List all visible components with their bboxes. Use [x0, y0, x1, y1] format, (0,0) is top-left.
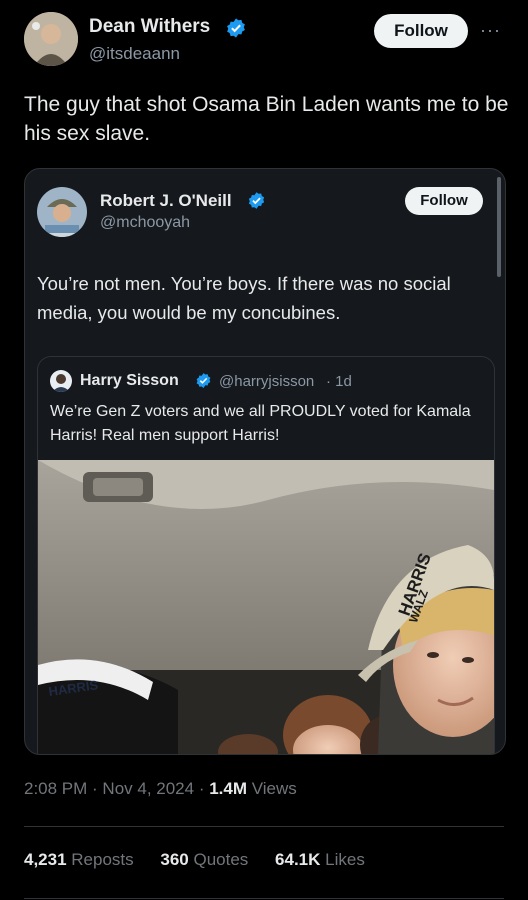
tweet-meta: 2:08 PM · Nov 4, 2024 · 1.4M Views: [24, 779, 297, 799]
verified-badge-icon: [195, 372, 212, 394]
author-handle[interactable]: @itsdeaann: [89, 44, 180, 64]
quoted-author-avatar[interactable]: [37, 187, 87, 237]
nested-avatar-figure: [50, 370, 72, 392]
reposts-label: Reposts: [71, 850, 134, 869]
nested-quote-card[interactable]: Harry Sisson @harryjsisson · 1d We’re Ge…: [37, 356, 495, 754]
verified-badge-icon: [247, 191, 266, 215]
tweet-timestamp[interactable]: 2:08 PM · Nov 4, 2024 ·: [24, 779, 204, 798]
nested-author-handle[interactable]: @harryjsisson: [219, 373, 314, 390]
likes-count: 64.1K: [275, 850, 321, 869]
quotes-stat[interactable]: 360 Quotes: [160, 850, 253, 869]
nested-author-name[interactable]: Harry Sisson: [80, 372, 179, 390]
reposts-stat[interactable]: 4,231 Reposts: [24, 850, 138, 869]
quoted-follow-button[interactable]: Follow: [405, 187, 483, 215]
likes-label: Likes: [325, 850, 365, 869]
tweet-text: The guy that shot Osama Bin Laden wants …: [24, 93, 509, 145]
author-name[interactable]: Dean Withers: [89, 16, 210, 38]
quoted-author-handle[interactable]: @mchooyah: [100, 214, 190, 232]
quoted-tweet-text: You’re not men. You’re boys. If there wa…: [37, 273, 451, 323]
stats-row: 4,231 Reposts 360 Quotes 64.1K Likes: [24, 850, 365, 870]
nested-photo[interactable]: HARRIS HARRIS WALZ: [38, 460, 494, 754]
divider: [24, 826, 504, 827]
quotes-count: 360: [160, 850, 189, 869]
more-icon[interactable]: ···: [480, 20, 501, 41]
nested-time: · 1d: [326, 373, 352, 390]
quotes-label: Quotes: [193, 850, 249, 869]
nested-tweet-text: We’re Gen Z voters and we all PROUDLY vo…: [50, 403, 471, 444]
car-selfie-image: HARRIS HARRIS WALZ: [38, 460, 494, 754]
verified-badge-icon: [225, 17, 247, 44]
author-avatar[interactable]: [24, 12, 78, 66]
follow-button[interactable]: Follow: [374, 14, 468, 48]
avatar-figure: [24, 12, 78, 66]
views-count: 1.4M: [209, 779, 248, 798]
reposts-count: 4,231: [24, 850, 67, 869]
quoted-avatar-figure: [37, 187, 87, 237]
quoted-author-name[interactable]: Robert J. O'Neill: [100, 191, 232, 211]
scrollbar[interactable]: [497, 177, 501, 277]
views-label: Views: [251, 779, 297, 798]
quoted-tweet-card[interactable]: Robert J. O'Neill @mchooyah Follow You’r…: [24, 168, 506, 755]
nested-author-avatar[interactable]: [50, 370, 72, 392]
divider-bottom: [24, 898, 504, 899]
likes-stat[interactable]: 64.1K Likes: [275, 850, 365, 869]
